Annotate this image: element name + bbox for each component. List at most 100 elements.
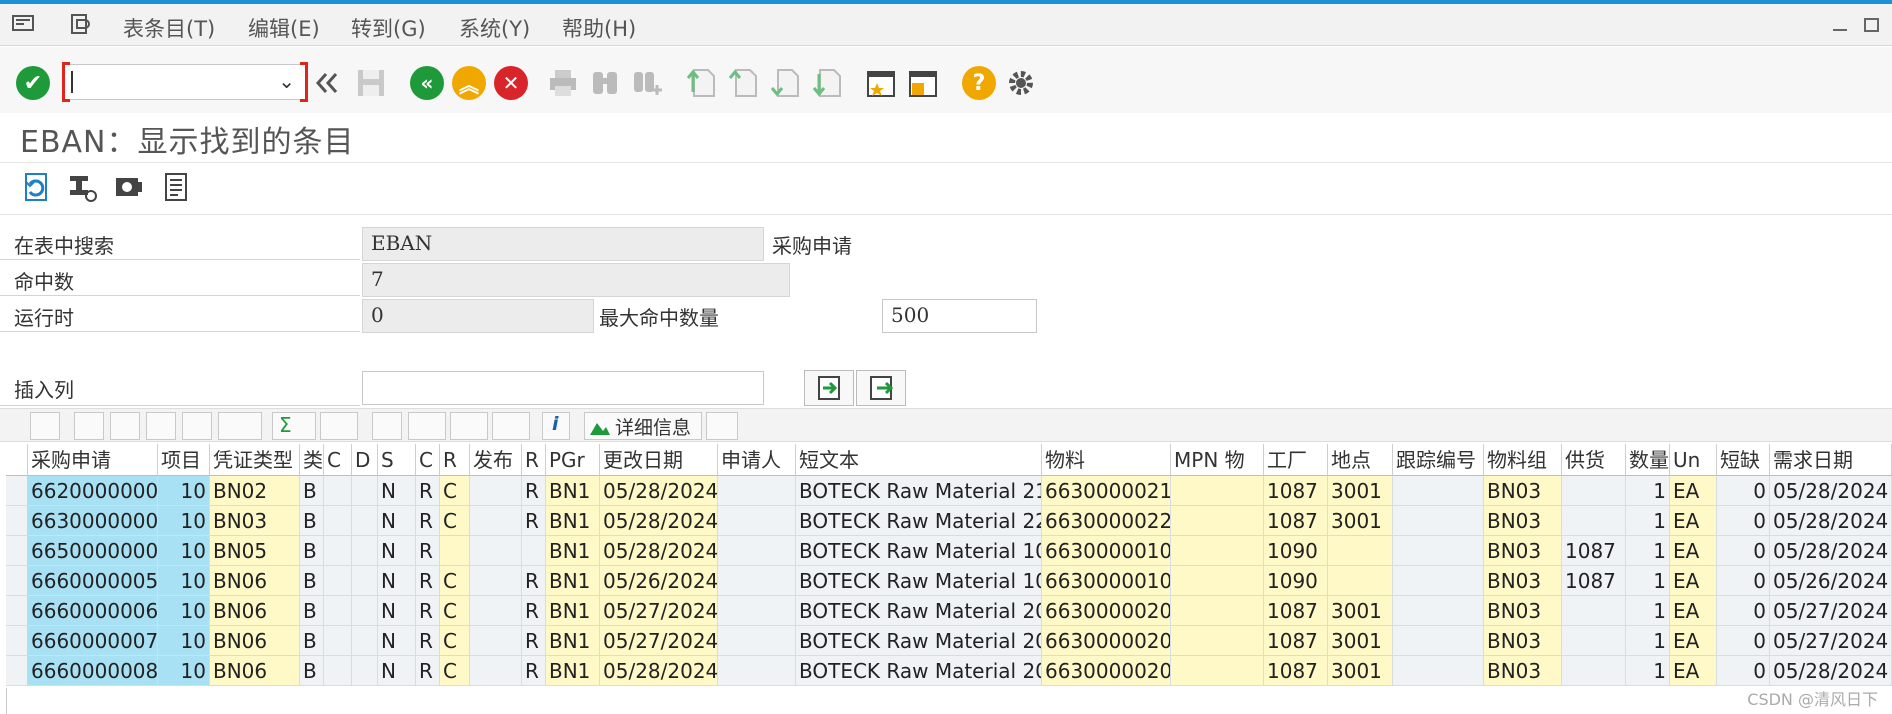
table-cell[interactable]: C: [440, 626, 470, 656]
table-cell[interactable]: 05/27/2024: [1770, 596, 1892, 626]
table-cell[interactable]: [324, 566, 352, 596]
insert-column-input[interactable]: [362, 371, 764, 405]
table-cell[interactable]: BN05: [210, 536, 300, 566]
table-cell[interactable]: 3001: [1328, 626, 1393, 656]
export-list-icon[interactable]: [450, 412, 488, 440]
table-cell[interactable]: [1393, 656, 1484, 686]
table-cell[interactable]: [470, 596, 522, 626]
table-cell[interactable]: 3001: [1328, 596, 1393, 626]
details-button[interactable]: 详细信息: [584, 412, 702, 440]
table-cell[interactable]: [324, 596, 352, 626]
table-cell[interactable]: B: [300, 506, 324, 536]
table-cell[interactable]: 1087: [1264, 656, 1328, 686]
table-cell[interactable]: BOTECK Raw Material 20: [796, 656, 1042, 686]
table-cell[interactable]: 3001: [1328, 656, 1393, 686]
table-cell[interactable]: [352, 656, 378, 686]
subtotal-icon[interactable]: [320, 412, 358, 440]
table-cell[interactable]: BOTECK Raw Material 20: [796, 596, 1042, 626]
table-cell[interactable]: 6630000020: [1042, 656, 1171, 686]
table-cell[interactable]: [324, 626, 352, 656]
insert-column-button[interactable]: [804, 370, 854, 406]
table-cell[interactable]: 3001: [1328, 476, 1393, 506]
export-button[interactable]: [856, 370, 906, 406]
menu-item-goto[interactable]: 转到(G): [351, 13, 426, 43]
first-page-icon[interactable]: [684, 66, 718, 100]
table-cell[interactable]: [1328, 566, 1393, 596]
table-cell[interactable]: R: [416, 476, 440, 506]
table-cell[interactable]: [324, 656, 352, 686]
table-cell[interactable]: [1562, 476, 1626, 506]
table-cell[interactable]: 05/27/2024: [600, 626, 718, 656]
table-cell[interactable]: N: [378, 626, 416, 656]
table-cell[interactable]: BN1: [546, 626, 600, 656]
table-cell[interactable]: 0: [1717, 596, 1770, 626]
table-cell[interactable]: 6660000008: [28, 656, 158, 686]
table-cell[interactable]: 05/28/2024: [1770, 506, 1892, 536]
table-row[interactable]: 6650000000 10 BN05 B N R BN1 05/28/2024 BOTECK R…: [6, 536, 1892, 566]
table-cell[interactable]: 1: [1626, 626, 1670, 656]
table-cell[interactable]: BN03: [1484, 506, 1562, 536]
column-header[interactable]: C: [324, 444, 352, 476]
table-cell[interactable]: [1171, 596, 1264, 626]
table-cell[interactable]: [718, 506, 796, 536]
table-cell[interactable]: BN06: [210, 656, 300, 686]
table-cell[interactable]: R: [416, 626, 440, 656]
sum-icon[interactable]: Σ: [272, 412, 316, 440]
row-selector[interactable]: [6, 476, 28, 506]
table-cell[interactable]: [352, 476, 378, 506]
table-cell[interactable]: [440, 536, 470, 566]
sort-descending-icon[interactable]: [110, 412, 140, 440]
table-cell[interactable]: 1: [1626, 596, 1670, 626]
table-cell[interactable]: BN02: [210, 476, 300, 506]
table-cell[interactable]: BN1: [546, 596, 600, 626]
table-cell[interactable]: N: [378, 536, 416, 566]
table-cell[interactable]: BOTECK Raw Material 22: [796, 506, 1042, 536]
table-cell[interactable]: B: [300, 536, 324, 566]
save-icon[interactable]: [354, 66, 388, 100]
column-header[interactable]: 更改日期: [600, 444, 718, 476]
table-cell[interactable]: 0: [1717, 536, 1770, 566]
table-cell[interactable]: [470, 476, 522, 506]
column-header[interactable]: 工厂: [1264, 444, 1328, 476]
back-icon[interactable]: «: [410, 66, 444, 100]
table-cell[interactable]: BN1: [546, 476, 600, 506]
table-cell[interactable]: 1: [1626, 656, 1670, 686]
table-cell[interactable]: 1087: [1264, 596, 1328, 626]
table-cell[interactable]: BN03: [210, 506, 300, 536]
table-cell[interactable]: [1393, 506, 1484, 536]
table-cell[interactable]: BOTECK Raw Material 21: [796, 476, 1042, 506]
row-selector[interactable]: [6, 656, 28, 686]
table-cell[interactable]: [1171, 506, 1264, 536]
table-cell[interactable]: 0: [1717, 476, 1770, 506]
table-cell[interactable]: [718, 656, 796, 686]
column-header[interactable]: 物料组: [1484, 444, 1562, 476]
table-cell[interactable]: B: [300, 476, 324, 506]
column-header[interactable]: 发布: [470, 444, 522, 476]
column-header[interactable]: 短文本: [796, 444, 1042, 476]
exit-icon[interactable]: ︽: [452, 66, 486, 100]
table-row[interactable]: 6630000000 10 BN03 B N R C R BN1 05/28/2024 BOTECK…: [6, 506, 1892, 536]
table-cell[interactable]: [1393, 476, 1484, 506]
table-cell[interactable]: BN03: [1484, 476, 1562, 506]
column-header[interactable]: 项目: [158, 444, 210, 476]
table-cell[interactable]: R: [416, 536, 440, 566]
refresh-icon[interactable]: [20, 170, 52, 204]
find-next-icon[interactable]: [630, 66, 664, 100]
column-header[interactable]: 申请人: [718, 444, 796, 476]
table-cell[interactable]: 1090: [1264, 536, 1328, 566]
table-cell[interactable]: [352, 596, 378, 626]
table-cell[interactable]: 10: [158, 476, 210, 506]
menu-item-edit[interactable]: 编辑(E): [248, 13, 320, 43]
table-cell[interactable]: [324, 476, 352, 506]
column-header[interactable]: 物料: [1042, 444, 1171, 476]
table-cell[interactable]: 05/26/2024: [1770, 566, 1892, 596]
help-icon[interactable]: ?: [962, 66, 996, 100]
list-document-icon[interactable]: [160, 170, 192, 204]
print-preview-icon[interactable]: [372, 412, 402, 440]
table-cell[interactable]: [1171, 566, 1264, 596]
table-cell[interactable]: 3001: [1328, 506, 1393, 536]
table-cell[interactable]: [1171, 536, 1264, 566]
table-row[interactable]: 6660000006 10 BN06 B N R C R BN1 05/27/2024 BOTECK…: [6, 596, 1892, 626]
chevron-down-icon[interactable]: ⌄: [278, 69, 295, 93]
table-cell[interactable]: [324, 506, 352, 536]
